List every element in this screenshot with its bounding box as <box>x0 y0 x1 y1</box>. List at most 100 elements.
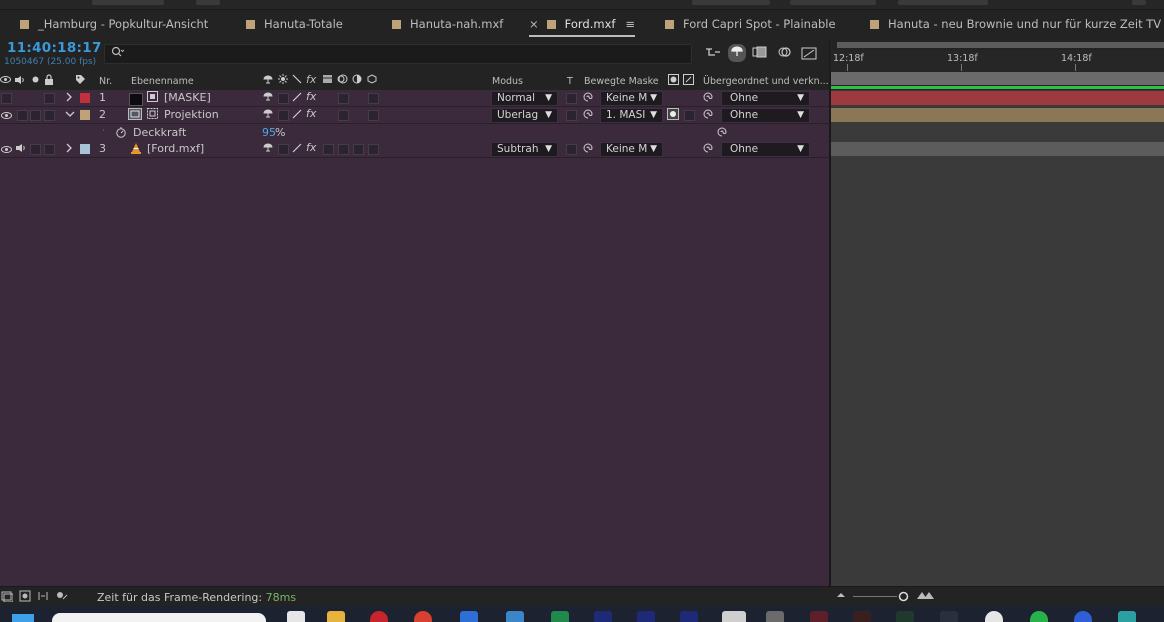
work-area-bar[interactable] <box>831 72 1164 85</box>
layer-name[interactable]: [Ford.mxf] <box>147 142 204 155</box>
taskbar-app-icon[interactable] <box>551 611 569 622</box>
layer-row[interactable]: 1 [MASKE] fx Normal ▼ Keine M ▼ Ohne ▼ <box>0 90 830 107</box>
column-parent[interactable]: Übergeordnet und verkn... <box>703 76 829 87</box>
matte-alpha-icon[interactable] <box>683 74 694 88</box>
fx-switch[interactable]: fx <box>306 141 316 154</box>
parent-dropdown[interactable]: Ohne ▼ <box>721 91 810 106</box>
blend-mode-dropdown[interactable]: Subtrah ▼ <box>491 142 558 157</box>
track-matte-dropdown[interactable]: Keine M ▼ <box>600 142 663 157</box>
quality-switch-icon[interactable] <box>292 142 302 157</box>
property-row[interactable]: · Deckkraft 95 % <box>0 124 830 140</box>
layer-bar-ford[interactable] <box>831 142 1164 156</box>
taskbar-app-icon[interactable] <box>460 611 478 622</box>
toolbar-field[interactable] <box>790 0 876 5</box>
stopwatch-icon[interactable] <box>115 126 127 141</box>
time-navigator[interactable] <box>837 42 1164 48</box>
speaker-icon[interactable] <box>14 75 25 88</box>
taskbar-app-icon[interactable] <box>1074 611 1092 622</box>
time-ruler[interactable]: 12:18f 13:18f 14:18f <box>832 50 1164 73</box>
track-matte-dropdown[interactable]: 1. MASI ▼ <box>600 108 663 123</box>
quality-switch-icon[interactable] <box>292 91 302 106</box>
preserve-transparency-toggle[interactable] <box>566 93 577 104</box>
column-nr[interactable]: Nr. <box>99 76 112 87</box>
opacity-value[interactable]: 95 <box>262 126 276 139</box>
timeline-track-area[interactable] <box>831 90 1164 586</box>
chevron-right-icon[interactable] <box>64 90 74 107</box>
frame-blending-icon[interactable] <box>752 46 768 60</box>
pickwhip-icon[interactable] <box>702 142 714 157</box>
speaker-icon[interactable] <box>15 143 26 156</box>
motion-blur-column-icon[interactable] <box>337 74 348 87</box>
tab-hanuta-totale[interactable]: Hanuta-Totale <box>246 10 343 38</box>
zoom-out-icon[interactable] <box>836 590 846 603</box>
switch-box[interactable] <box>338 144 349 155</box>
pickwhip-icon[interactable] <box>582 108 594 123</box>
switch-box[interactable] <box>278 93 289 104</box>
toggle-modes-icon[interactable] <box>19 590 31 605</box>
matte-invert-icon[interactable] <box>668 74 679 88</box>
switch-box[interactable] <box>368 110 379 121</box>
solo-toggle[interactable] <box>30 110 41 121</box>
label-tag-icon[interactable] <box>75 74 86 88</box>
eye-icon[interactable] <box>1 144 12 157</box>
layer-row[interactable]: 2 Projektion fx Überlag ▼ 1. MASI ▼ Ohne ▼ <box>0 107 830 124</box>
matte-alpha-toggle[interactable] <box>684 110 695 121</box>
audio-toggle[interactable] <box>17 110 28 121</box>
taskbar-app-icon[interactable] <box>722 611 746 622</box>
eye-icon[interactable] <box>0 75 11 87</box>
pickwhip-icon[interactable] <box>702 91 714 106</box>
chevron-right-icon[interactable] <box>64 141 74 158</box>
toggle-in-out-icon[interactable] <box>37 590 49 605</box>
close-icon[interactable]: × <box>529 17 539 31</box>
taskbar-app-icon[interactable] <box>940 611 958 622</box>
toggle-render-time-icon[interactable] <box>55 590 69 605</box>
track-matte-dropdown[interactable]: Keine M ▼ <box>600 91 663 106</box>
taskbar-app-icon[interactable] <box>1030 611 1048 622</box>
preserve-transparency-toggle[interactable] <box>566 110 577 121</box>
tab-ford-capri[interactable]: Ford Capri Spot - Plainable <box>665 10 836 38</box>
tab-ford[interactable]: × Ford.mxf ≡ <box>529 10 636 38</box>
toolbar-field[interactable] <box>692 0 770 5</box>
tab-hamburg[interactable]: _Hamburg - Popkultur-Ansicht <box>20 10 208 38</box>
layer-row[interactable]: 3 [Ford.mxf] fx Subtrah ▼ Keine M ▼ Ohne ▼ <box>0 141 830 158</box>
label-color-swatch[interactable] <box>80 110 90 120</box>
toolbar-button[interactable] <box>196 0 220 5</box>
switch-box[interactable] <box>368 93 379 104</box>
taskbar-app-icon[interactable] <box>766 611 784 622</box>
tab-hanuta-nah[interactable]: Hanuta-nah.mxf <box>392 10 503 38</box>
collapse-column-icon[interactable] <box>278 74 288 87</box>
switch-box[interactable] <box>338 93 349 104</box>
switch-box[interactable] <box>353 144 364 155</box>
taskbar-app-icon[interactable] <box>287 611 305 622</box>
quality-switch-icon[interactable] <box>292 108 302 123</box>
taskbar-app-icon[interactable] <box>896 611 914 622</box>
taskbar-app-icon[interactable] <box>810 611 828 622</box>
taskbar-app-icon[interactable] <box>1118 611 1136 622</box>
fx-switch[interactable]: fx <box>306 107 316 120</box>
pickwhip-icon[interactable] <box>582 91 594 106</box>
zoom-slider-track[interactable] <box>853 596 897 597</box>
label-color-swatch[interactable] <box>80 144 90 154</box>
pickwhip-icon[interactable] <box>702 108 714 123</box>
shy-layers-icon[interactable] <box>728 44 746 62</box>
search-input[interactable] <box>104 44 692 64</box>
switch-box[interactable] <box>278 144 289 155</box>
layer-name[interactable]: [MASKE] <box>164 91 211 104</box>
chevron-down-icon[interactable] <box>64 107 76 124</box>
parent-dropdown[interactable]: Ohne ▼ <box>721 108 810 123</box>
graph-editor-icon[interactable] <box>801 46 817 60</box>
label-color-swatch[interactable] <box>80 93 90 103</box>
taskbar-app-icon[interactable] <box>414 611 432 622</box>
column-layer-name[interactable]: Ebenenname <box>131 76 194 87</box>
video-toggle[interactable] <box>1 93 12 104</box>
quality-column-icon[interactable] <box>292 74 302 87</box>
taskbar-app-icon[interactable] <box>327 611 345 622</box>
motion-blur-icon[interactable] <box>777 46 793 60</box>
adjustment-column-icon[interactable] <box>352 74 362 87</box>
shy-switch-icon[interactable] <box>263 142 273 156</box>
switch-box[interactable] <box>368 144 379 155</box>
layer-bar-maske[interactable] <box>831 91 1164 105</box>
tab-menu-icon[interactable]: ≡ <box>625 17 635 31</box>
column-mode[interactable]: Modus <box>492 76 523 87</box>
blend-mode-dropdown[interactable]: Überlag ▼ <box>491 108 558 123</box>
